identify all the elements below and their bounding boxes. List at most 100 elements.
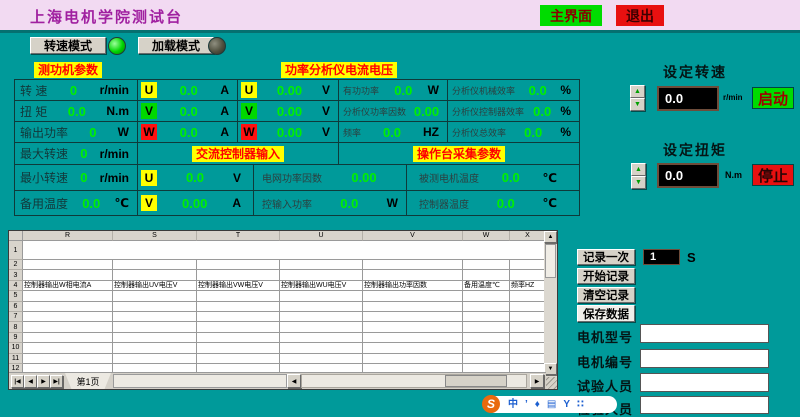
grid-column-header[interactable]: R bbox=[23, 231, 113, 241]
grid-cell[interactable] bbox=[113, 291, 197, 301]
grid-cell[interactable] bbox=[113, 343, 197, 353]
grid-cell[interactable] bbox=[510, 333, 546, 343]
grid-cell[interactable] bbox=[463, 312, 510, 322]
ime-toolbox-icon[interactable]: Y bbox=[563, 396, 570, 413]
grid-cell[interactable] bbox=[113, 312, 197, 322]
grid-cell[interactable] bbox=[363, 312, 463, 322]
ime-voice-icon[interactable]: ♦ bbox=[535, 396, 540, 413]
record-interval-display[interactable]: 1 bbox=[643, 249, 680, 265]
grid-column-header[interactable]: X bbox=[510, 231, 546, 241]
grid-cell[interactable] bbox=[23, 322, 113, 332]
grid-column-header[interactable]: W bbox=[463, 231, 510, 241]
grid-cell[interactable] bbox=[197, 333, 280, 343]
save-data-button[interactable]: 保存数据 bbox=[577, 305, 635, 322]
grid-cell[interactable] bbox=[510, 302, 546, 312]
grid-cell[interactable] bbox=[197, 322, 280, 332]
spinner-up-icon[interactable]: ▲ bbox=[630, 85, 645, 98]
grid-cell[interactable] bbox=[363, 302, 463, 312]
grid-cell[interactable] bbox=[197, 291, 280, 301]
grid-row-header[interactable]: 1 bbox=[9, 241, 23, 260]
grid-cell[interactable] bbox=[113, 322, 197, 332]
grid-column-header[interactable]: U bbox=[280, 231, 363, 241]
load-mode-button[interactable]: 加载模式 bbox=[138, 37, 214, 54]
grid-cell[interactable]: 控制器输出功率因数 bbox=[363, 281, 463, 291]
scroll-up-icon[interactable]: ▲ bbox=[544, 231, 557, 243]
grid-cell[interactable] bbox=[197, 343, 280, 353]
grid-cell[interactable] bbox=[463, 354, 510, 364]
motor-model-input[interactable] bbox=[640, 324, 769, 343]
grid-cell[interactable] bbox=[280, 322, 363, 332]
grid-cell[interactable]: 控制器输出WU电压V bbox=[280, 281, 363, 291]
speed-mode-button[interactable]: 转速模式 bbox=[30, 37, 106, 54]
grid-cell[interactable] bbox=[463, 270, 510, 280]
grid-cell[interactable] bbox=[510, 260, 546, 270]
input-method-bar[interactable]: 中 ’ ♦ ▤ Y ∷ bbox=[486, 396, 617, 413]
grid-row-header[interactable]: 4 bbox=[9, 281, 23, 291]
grid-row-header[interactable]: 6 bbox=[9, 302, 23, 312]
speed-setpoint-display[interactable]: 0.0 bbox=[657, 86, 719, 111]
grid-cell[interactable] bbox=[23, 333, 113, 343]
ime-punctuation-icon[interactable]: ’ bbox=[525, 396, 528, 413]
grid-cell[interactable] bbox=[510, 322, 546, 332]
inspector-input[interactable] bbox=[640, 396, 769, 414]
grid-row-header[interactable]: 10 bbox=[9, 343, 23, 353]
grid-cell[interactable] bbox=[510, 343, 546, 353]
grid-cell[interactable] bbox=[510, 270, 546, 280]
scroll-right-icon[interactable]: ▶ bbox=[530, 374, 544, 388]
grid-cell[interactable] bbox=[463, 260, 510, 270]
grid-row-header[interactable]: 11 bbox=[9, 354, 23, 364]
clear-record-button[interactable]: 清空记录 bbox=[577, 287, 635, 303]
motor-number-input[interactable] bbox=[640, 349, 769, 368]
grid-cell[interactable] bbox=[197, 270, 280, 280]
grid-cell[interactable] bbox=[280, 333, 363, 343]
grid-cell[interactable] bbox=[23, 312, 113, 322]
test-personnel-input[interactable] bbox=[640, 373, 769, 392]
ime-grid-icon[interactable]: ∷ bbox=[577, 396, 584, 413]
grid-cell[interactable] bbox=[280, 291, 363, 301]
scrollbar-thumb[interactable] bbox=[545, 244, 556, 278]
scrollbar-thumb[interactable] bbox=[445, 375, 507, 387]
grid-cell[interactable]: 频率HZ bbox=[510, 281, 546, 291]
stop-button[interactable]: 停止 bbox=[752, 164, 794, 186]
grid-cell[interactable] bbox=[280, 312, 363, 322]
start-record-button[interactable]: 开始记录 bbox=[577, 268, 635, 284]
grid-row-header[interactable]: 8 bbox=[9, 322, 23, 332]
grid-row-header[interactable]: 5 bbox=[9, 291, 23, 301]
grid-cell[interactable] bbox=[280, 354, 363, 364]
exit-button[interactable]: 退出 bbox=[616, 5, 664, 26]
ime-language-icon[interactable]: 中 bbox=[508, 396, 518, 413]
ime-logo-icon[interactable]: S bbox=[482, 395, 500, 413]
last-page-icon[interactable]: ▶| bbox=[50, 375, 63, 388]
grid-cell[interactable] bbox=[23, 260, 113, 270]
torque-setpoint-display[interactable]: 0.0 bbox=[657, 163, 719, 188]
grid-row-header[interactable]: 7 bbox=[9, 312, 23, 322]
grid-cell[interactable] bbox=[113, 260, 197, 270]
grid-cell[interactable] bbox=[510, 354, 546, 364]
grid-cell[interactable]: 控制器输出UV电压V bbox=[113, 281, 197, 291]
prev-page-icon[interactable]: ◀ bbox=[24, 375, 37, 388]
grid-cell[interactable] bbox=[363, 270, 463, 280]
grid-cell[interactable] bbox=[363, 354, 463, 364]
grid-cell[interactable] bbox=[113, 333, 197, 343]
grid-cell[interactable] bbox=[463, 302, 510, 312]
start-button[interactable]: 启动 bbox=[752, 87, 794, 109]
grid-row-header[interactable]: 3 bbox=[9, 270, 23, 280]
grid-cell[interactable]: 控制器输出VW电压V bbox=[197, 281, 280, 291]
grid-column-header[interactable]: V bbox=[363, 231, 463, 241]
spinner-down-icon[interactable]: ▼ bbox=[631, 176, 646, 189]
next-page-icon[interactable]: ▶ bbox=[37, 375, 50, 388]
grid-cell[interactable] bbox=[510, 312, 546, 322]
grid-cell[interactable] bbox=[280, 270, 363, 280]
grid-cell[interactable] bbox=[510, 291, 546, 301]
scroll-left-icon[interactable]: ◀ bbox=[287, 374, 301, 388]
grid-cell[interactable] bbox=[23, 302, 113, 312]
grid-row-header[interactable]: 2 bbox=[9, 260, 23, 270]
grid-cell[interactable] bbox=[363, 291, 463, 301]
grid-column-header[interactable]: T bbox=[197, 231, 280, 241]
grid-cell[interactable] bbox=[197, 354, 280, 364]
grid-cell[interactable] bbox=[463, 322, 510, 332]
grid-cell[interactable] bbox=[23, 270, 113, 280]
grid-cell[interactable] bbox=[363, 322, 463, 332]
grid-cell[interactable]: 控制器输出W相电流A bbox=[23, 281, 113, 291]
spinner-down-icon[interactable]: ▼ bbox=[630, 98, 645, 111]
